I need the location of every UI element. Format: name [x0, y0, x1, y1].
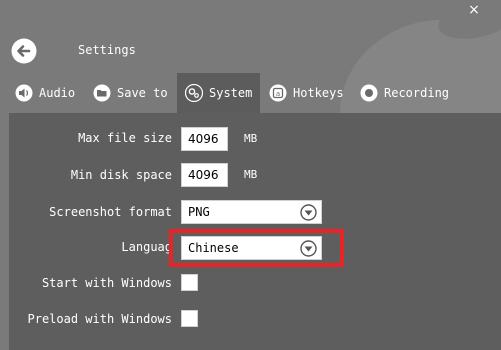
tab-hotkeys-label: Hotkeys: [293, 86, 344, 100]
tab-bar: Audio Save to System a Hotkeys Recording: [0, 73, 501, 113]
tab-system-label: System: [209, 86, 253, 100]
chevron-down-icon[interactable]: [300, 204, 317, 221]
screenshot-format-label: Screenshot format: [49, 205, 172, 219]
close-button[interactable]: ×: [466, 2, 482, 18]
folder-icon: [93, 84, 111, 102]
tab-hotkeys[interactable]: a Hotkeys: [269, 73, 344, 113]
svg-text:a: a: [276, 90, 280, 98]
gears-icon: [185, 84, 203, 102]
tab-save-to-label: Save to: [117, 86, 168, 100]
language-label: Languag: [121, 240, 172, 254]
preload-with-windows-label: Preload with Windows: [27, 312, 173, 326]
preload-with-windows-checkbox[interactable]: [181, 310, 198, 327]
tab-audio-label: Audio: [39, 86, 76, 100]
tab-recording-label: Recording: [384, 86, 450, 100]
back-arrow-icon[interactable]: [10, 37, 38, 65]
speaker-icon: [15, 84, 33, 102]
tab-system[interactable]: System: [177, 73, 261, 113]
tab-audio[interactable]: Audio: [15, 73, 75, 113]
screenshot-format-select[interactable]: PNG: [181, 200, 322, 224]
screenshot-format-value: PNG: [188, 205, 210, 219]
keyboard-a-icon: a: [269, 84, 287, 102]
max-file-size-input[interactable]: 4096: [181, 127, 228, 151]
tab-recording[interactable]: Recording: [360, 73, 449, 113]
min-disk-space-label: Min disk space: [70, 168, 172, 182]
start-with-windows-label: Start with Windows: [41, 276, 172, 290]
record-icon: [360, 84, 378, 102]
window-title: Settings: [78, 43, 136, 57]
max-file-size-unit: MB: [244, 132, 258, 145]
tab-save-to[interactable]: Save to: [93, 73, 168, 113]
min-disk-space-unit: MB: [244, 168, 258, 181]
highlight-box: [169, 229, 344, 267]
max-file-size-label: Max file size: [78, 131, 172, 145]
min-disk-space-input[interactable]: 4096: [181, 163, 228, 187]
start-with-windows-checkbox[interactable]: [181, 274, 198, 291]
